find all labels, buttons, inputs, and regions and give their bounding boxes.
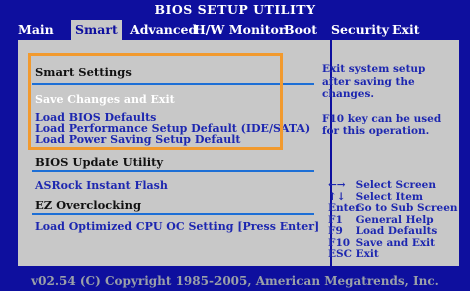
tab-security[interactable]: Security — [331, 20, 389, 40]
menu-item-asrock-instant-flash[interactable]: ASRock Instant Flash — [35, 179, 168, 192]
section-smart-settings: Smart Settings — [35, 65, 132, 79]
section-rule — [32, 170, 314, 172]
tab-smart[interactable]: Smart — [71, 20, 122, 40]
menu-item-save-changes-and-exit[interactable]: Save Changes and Exit — [35, 93, 175, 106]
section-rule — [32, 83, 314, 85]
section-ez-overclocking: EZ Overclocking — [35, 198, 142, 212]
help-text: Exit system setup after saving the chang… — [322, 63, 442, 137]
menu-bar: Main Smart Advanced H/W Monitor Boot Sec… — [0, 20, 470, 40]
tab-advanced[interactable]: Advanced — [130, 20, 197, 40]
menu-item-load-optimized-cpu-oc[interactable]: Load Optimized CPU OC Setting [Press Ent… — [35, 220, 319, 233]
menu-item-load-power-saving-default[interactable]: Load Power Saving Setup Default — [35, 133, 240, 146]
tab-main[interactable]: Main — [18, 20, 54, 40]
arrow-left-right-icon: ←→ — [328, 179, 346, 191]
key-row: ESC Exit — [328, 248, 379, 260]
tab-hw-monitor[interactable]: H/W Monitor — [194, 20, 285, 40]
section-bios-update-utility: BIOS Update Utility — [35, 155, 164, 169]
section-rule — [32, 213, 314, 215]
tab-exit[interactable]: Exit — [392, 20, 420, 40]
bios-title: BIOS SETUP UTILITY — [0, 0, 470, 20]
tab-boot[interactable]: Boot — [284, 20, 317, 40]
key-legend: ←→ Select Screen ↑↓ Select Item Enter Go… — [328, 179, 458, 261]
copyright-footer: v02.54 (C) Copyright 1985-2005, American… — [0, 272, 470, 291]
